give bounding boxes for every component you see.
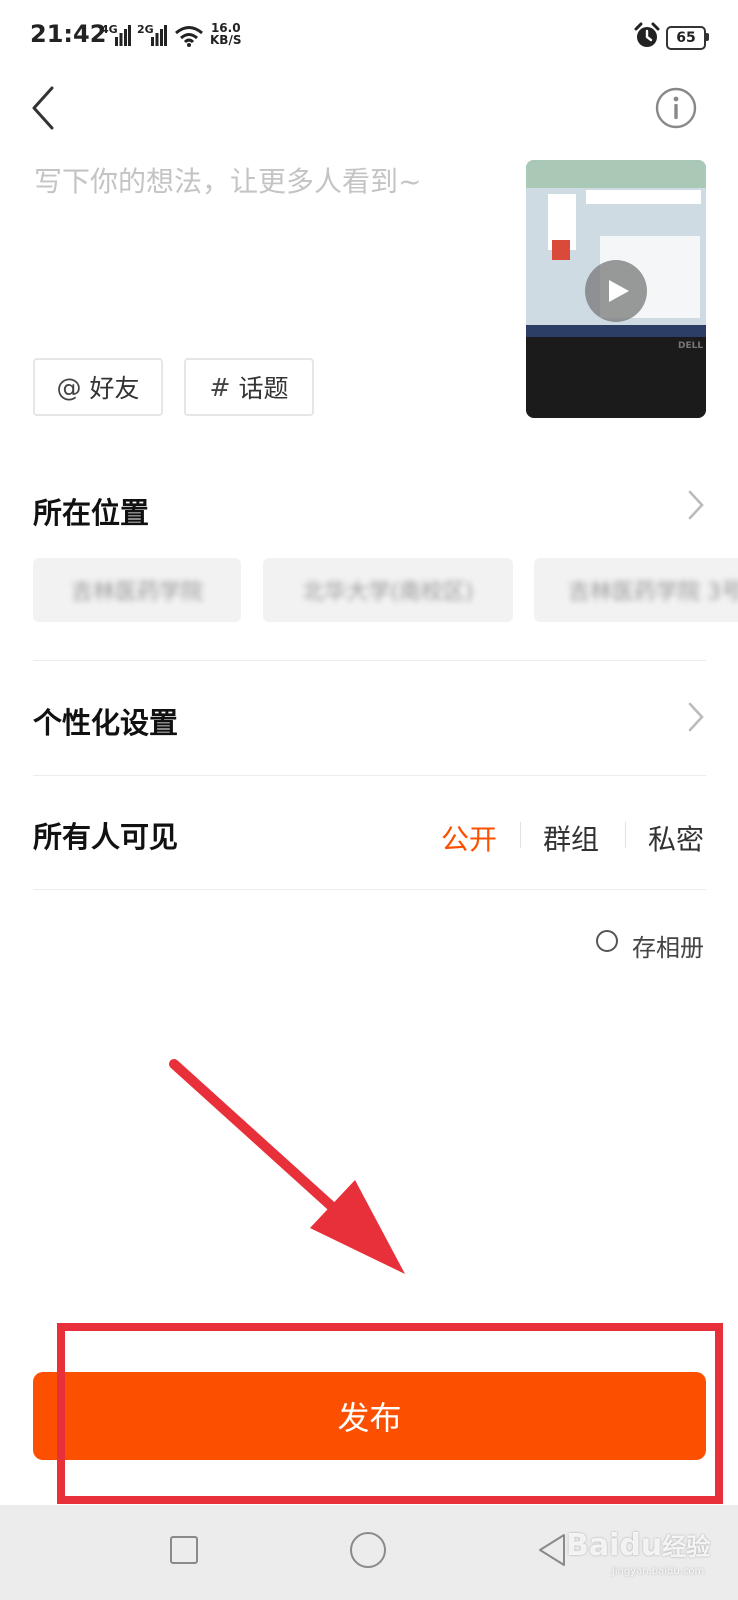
annotation-arrow <box>169 1059 405 1274</box>
back-nav-icon[interactable] <box>536 1532 568 1568</box>
video-monitor-brand: DELL <box>678 341 704 351</box>
location-suggestion[interactable]: 北华大学(南校区) <box>263 558 513 622</box>
battery-indicator: 65 <box>666 26 706 50</box>
network-speed: 16.0 KB/S <box>210 22 241 46</box>
video-screen-app <box>552 240 570 260</box>
visibility-title: 所有人可见 <box>33 820 179 854</box>
topic-label: 话题 <box>238 374 289 403</box>
video-screen-taskbar <box>526 325 706 337</box>
caption-input[interactable]: 写下你的想法，让更多人看到~ <box>34 160 421 200</box>
location-suggestion[interactable]: 吉林医药学院 3号 <box>534 558 738 622</box>
location-suggestion[interactable]: 吉林医药学院 <box>33 558 241 622</box>
video-screen-toolbar <box>526 160 706 188</box>
watermark-suffix: 经验 <box>662 1533 711 1561</box>
watermark-logo: Baidu经验 <box>566 1527 710 1563</box>
at-icon: @ <box>56 372 82 402</box>
alarm-icon <box>634 22 660 47</box>
topic-button[interactable]: # 话题 <box>184 358 314 416</box>
divider <box>33 660 706 661</box>
divider <box>33 775 706 776</box>
location-suggestion-label: 北华大学(南校区) <box>302 580 474 605</box>
visibility-separator <box>520 822 521 848</box>
personalize-chevron-icon[interactable] <box>686 700 706 734</box>
save-album-radio[interactable] <box>596 930 618 952</box>
visibility-public-option[interactable]: 公开 <box>441 818 497 858</box>
status-time: 21:42 <box>30 20 107 48</box>
back-icon[interactable] <box>26 84 60 132</box>
watermark-brand: Baidu <box>566 1528 663 1563</box>
video-screen-bar <box>586 190 701 204</box>
play-button[interactable] <box>585 260 647 322</box>
visibility-group-option[interactable]: 群组 <box>543 818 599 858</box>
play-icon <box>609 280 629 302</box>
battery-tip <box>706 33 709 41</box>
hashtag-icon: # <box>209 372 231 402</box>
wifi-icon <box>175 26 203 47</box>
personalize-title[interactable]: 个性化设置 <box>33 700 178 742</box>
video-thumbnail[interactable]: DELL <box>526 160 706 418</box>
visibility-separator <box>625 822 626 848</box>
mention-friend-label: 好友 <box>89 374 140 403</box>
info-icon[interactable] <box>655 87 697 129</box>
home-icon[interactable] <box>350 1532 386 1568</box>
location-title[interactable]: 所在位置 <box>33 490 149 532</box>
annotation-highlight-box <box>57 1323 723 1504</box>
visibility-private-option[interactable]: 私密 <box>648 818 704 858</box>
recent-apps-icon[interactable] <box>170 1536 198 1564</box>
mention-friend-button[interactable]: @ 好友 <box>33 358 163 416</box>
divider <box>33 889 706 890</box>
location-suggestion-label: 吉林医药学院 3号 <box>568 580 738 605</box>
location-chevron-icon[interactable] <box>686 488 706 522</box>
save-album-label[interactable]: 存相册 <box>632 928 704 963</box>
location-suggestion-label: 吉林医药学院 <box>70 580 203 605</box>
watermark-url: jingyan.baidu.com <box>612 1566 705 1577</box>
network-speed-unit: KB/S <box>210 33 242 47</box>
